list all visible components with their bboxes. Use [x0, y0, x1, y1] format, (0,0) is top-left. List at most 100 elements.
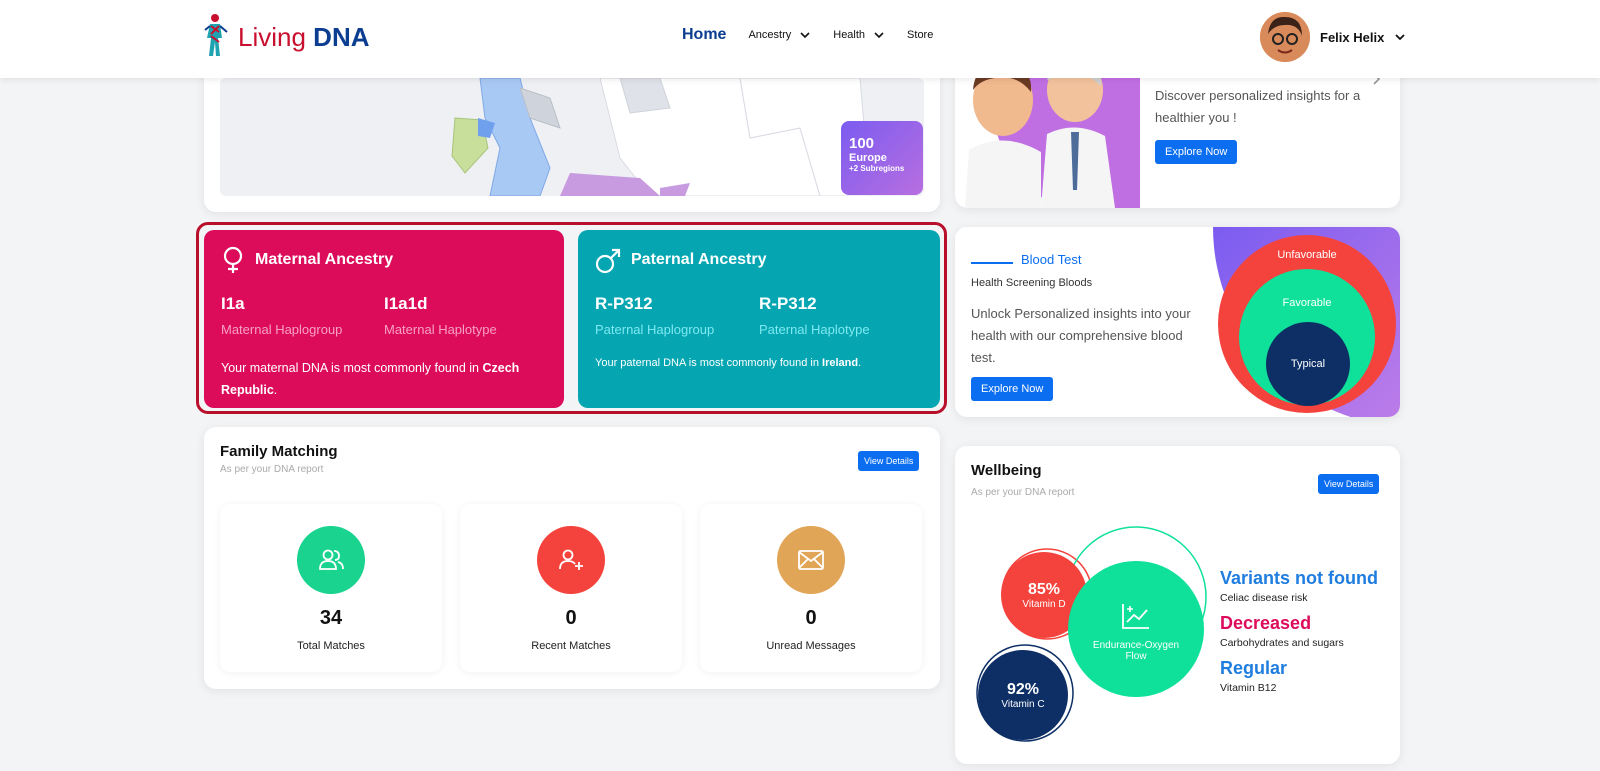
- chevron-down-icon: [1395, 34, 1405, 41]
- vitamin-c-label: Vitamin C: [1001, 698, 1045, 710]
- title-underline: [971, 262, 1013, 264]
- maternal-haplogroup-value: I1a: [221, 294, 245, 313]
- variant-list: Variants not found Celiac disease risk D…: [1220, 568, 1395, 703]
- unread-messages-stat[interactable]: 0 Unread Messages: [700, 504, 922, 672]
- typical-label: Typical: [1290, 358, 1326, 370]
- recent-matches-stat[interactable]: 0 Recent Matches: [460, 504, 682, 672]
- typical-ring: Typical: [1266, 322, 1350, 406]
- paternal-haplogroup: R-P312 Paternal Haplogroup: [595, 294, 759, 337]
- paternal-origin-text: Your paternal DNA is most commonly found…: [595, 357, 923, 369]
- blood-test-subtitle: Health Screening Bloods: [971, 277, 1093, 289]
- growth-chart-icon: [1122, 604, 1149, 629]
- people-icon: [297, 526, 365, 594]
- maternal-haplotype: I1a1d Maternal Haplotype: [384, 294, 547, 337]
- wellbeing-card: Wellbeing As per your DNA report View De…: [955, 446, 1400, 764]
- maternal-title: Maternal Ancestry: [255, 251, 394, 268]
- badge-number: 100: [849, 135, 875, 152]
- logo-dna-text: DNA: [313, 21, 370, 52]
- europe-map[interactable]: [220, 78, 924, 196]
- female-symbol-icon: [223, 246, 243, 273]
- paternal-ancestry-card[interactable]: Paternal Ancestry R-P312 Paternal Haplog…: [578, 230, 940, 408]
- paternal-values: R-P312 Paternal Haplogroup R-P312 Patern…: [595, 294, 923, 337]
- paternal-heading: Paternal Ancestry: [595, 246, 923, 274]
- total-matches-label: Total Matches: [297, 640, 365, 652]
- add-user-icon: [537, 526, 605, 594]
- endurance-bubble[interactable]: Endurance-Oxygen Flow: [1068, 561, 1204, 697]
- variant-status: Variants not found: [1220, 568, 1379, 588]
- nav-store[interactable]: Store: [907, 29, 933, 41]
- family-matching-card: Family Matching As per your DNA report V…: [204, 427, 940, 689]
- badge-subregions: +2 Subregions: [849, 164, 905, 173]
- maternal-heading: Maternal Ancestry: [221, 246, 547, 274]
- logo-living-text: Living: [238, 21, 306, 52]
- paternal-haplogroup-value: R-P312: [595, 294, 653, 313]
- nav-home[interactable]: Home: [682, 26, 726, 44]
- paternal-haplotype: R-P312 Paternal Haplotype: [759, 294, 923, 337]
- maternal-ancestry-card[interactable]: Maternal Ancestry I1a Maternal Haplogrou…: [204, 230, 564, 408]
- recent-matches-value: 0: [565, 607, 577, 629]
- map-illustration: [451, 78, 871, 196]
- maternal-origin-suffix: .: [273, 383, 278, 397]
- nav-ancestry-label: Ancestry: [748, 29, 792, 41]
- chevron-down-icon: [874, 32, 884, 39]
- maternal-haplogroup: I1a Maternal Haplogroup: [221, 294, 384, 337]
- variant-item[interactable]: Variants not found Celiac disease risk: [1220, 568, 1395, 604]
- paternal-origin-place: Ireland: [822, 357, 859, 369]
- blood-test-card: Blood Test Health Screening Bloods Unloc…: [955, 227, 1400, 417]
- region-badge[interactable]: 100 Europe +2 Subregions: [841, 121, 923, 195]
- family-view-details-button[interactable]: View Details: [858, 451, 920, 471]
- variant-trait: Celiac disease risk: [1220, 592, 1308, 604]
- maternal-origin-text: Your maternal DNA is most commonly found…: [221, 357, 547, 401]
- total-matches-stat[interactable]: 34 Total Matches: [220, 504, 442, 672]
- doctors-illustration: [955, 60, 1140, 208]
- promo-text: Discover personalized insights for a hea…: [1155, 88, 1361, 125]
- male-symbol-icon: [595, 248, 621, 274]
- dna-figure-icon: [204, 14, 228, 56]
- vitamin-d-value: 85%: [1027, 580, 1061, 598]
- envelope-icon: [777, 526, 845, 594]
- top-header: Living DNA Home Ancestry Health Store Fe…: [0, 0, 1600, 78]
- user-menu[interactable]: Felix Helix: [1260, 12, 1406, 62]
- avatar-face-icon: [1260, 12, 1310, 62]
- maternal-origin-prefix: Your maternal DNA is most commonly found…: [221, 361, 479, 375]
- nav-health[interactable]: Health: [833, 29, 885, 41]
- variant-item[interactable]: Regular Vitamin B12: [1220, 658, 1395, 694]
- unread-messages-label: Unread Messages: [766, 640, 856, 652]
- family-matching-title: Family Matching: [220, 443, 338, 460]
- blood-test-title: Blood Test: [1021, 252, 1082, 267]
- explore-now-button[interactable]: Explore Now: [1155, 140, 1238, 164]
- maternal-haplogroup-label: Maternal Haplogroup: [221, 322, 343, 337]
- nav-ancestry[interactable]: Ancestry: [748, 29, 811, 41]
- ancestry-map-card: [204, 60, 940, 212]
- variant-item[interactable]: Decreased Carbohydrates and sugars: [1220, 613, 1395, 649]
- variant-trait: Vitamin B12: [1220, 682, 1277, 694]
- paternal-haplotype-value: R-P312: [759, 294, 817, 313]
- recent-matches-label: Recent Matches: [531, 640, 611, 652]
- maternal-haplotype-label: Maternal Haplotype: [384, 322, 497, 337]
- unread-messages-value: 0: [805, 607, 817, 629]
- maternal-values: I1a Maternal Haplogroup I1a1d Maternal H…: [221, 294, 547, 337]
- logo-wordmark: Living DNA: [238, 22, 370, 53]
- paternal-haplotype-label: Paternal Haplotype: [759, 322, 870, 337]
- avatar: [1260, 12, 1310, 62]
- badge-region: Europe: [849, 152, 887, 164]
- paternal-origin-prefix: Your paternal DNA is most commonly found…: [595, 357, 819, 369]
- blood-explore-now-button[interactable]: Explore Now: [971, 377, 1054, 401]
- paternal-origin-suffix: .: [858, 357, 862, 369]
- vitamin-c-bubble[interactable]: 92% Vitamin C: [978, 650, 1068, 740]
- living-dna-logo[interactable]: Living DNA: [202, 12, 370, 62]
- user-name: Felix Helix: [1320, 29, 1385, 45]
- main-nav: Home Ancestry Health Store: [682, 26, 933, 44]
- health-promo-card: Discover personalized insights for a hea…: [955, 60, 1400, 208]
- variant-trait: Carbohydrates and sugars: [1220, 637, 1344, 649]
- maternal-haplotype-value: I1a1d: [384, 294, 428, 313]
- endurance-label: Endurance-Oxygen Flow: [1092, 640, 1180, 662]
- paternal-haplogroup-label: Paternal Haplogroup: [595, 322, 715, 337]
- chevron-down-icon: [800, 32, 810, 39]
- blood-test-description: Unlock Personalized insights into your h…: [971, 306, 1191, 365]
- paternal-title: Paternal Ancestry: [631, 251, 767, 268]
- total-matches-value: 34: [319, 607, 343, 629]
- nav-health-label: Health: [833, 29, 866, 41]
- vitamin-c-value: 92%: [1006, 680, 1040, 698]
- family-matching-subtitle: As per your DNA report: [220, 464, 324, 475]
